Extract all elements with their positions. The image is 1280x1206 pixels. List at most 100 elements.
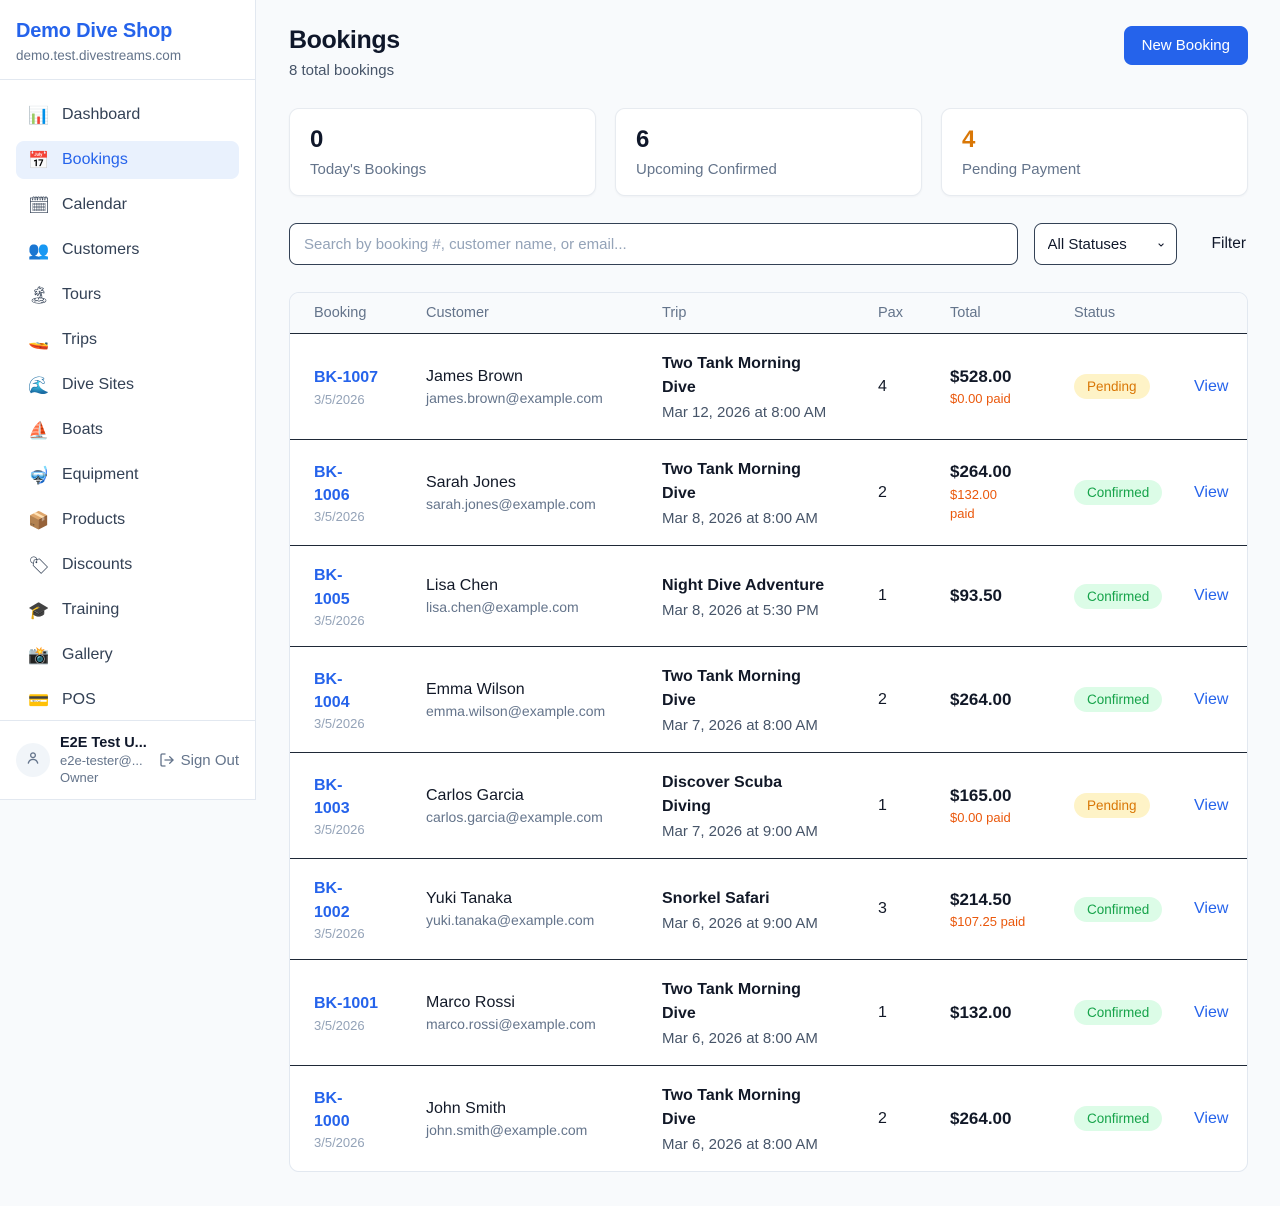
table-row: BK-1007 3/5/2026 James Brown james.brown… — [290, 334, 1247, 440]
booking-id-link[interactable]: BK-1005 — [314, 564, 358, 610]
brand-domain: demo.test.divestreams.com — [16, 48, 239, 63]
speedboat-icon: 🚤 — [28, 332, 50, 349]
sidebar-item-dashboard[interactable]: 📊 Dashboard — [16, 96, 239, 134]
customer-email: marco.rossi@example.com — [426, 1016, 662, 1032]
sidebar-item-discounts[interactable]: 🏷 Discounts — [16, 546, 239, 584]
trip-datetime: Mar 6, 2026 at 8:00 AM — [662, 1136, 878, 1153]
total-cell: $93.50 — [950, 586, 1074, 606]
total-cell: $264.00 $132.00 paid — [950, 462, 1074, 522]
sidebar-item-equipment[interactable]: 🤿 Equipment — [16, 456, 239, 494]
view-link[interactable]: View — [1194, 900, 1228, 918]
stat-value: 0 — [310, 126, 575, 154]
status-cell: Confirmed — [1074, 584, 1194, 609]
total-amount: $93.50 — [950, 586, 1074, 606]
trip-cell: Night Dive Adventure Mar 8, 2026 at 5:30… — [662, 574, 878, 619]
trip-cell: Snorkel Safari Mar 6, 2026 at 9:00 AM — [662, 887, 878, 932]
total-amount: $528.00 — [950, 367, 1074, 387]
booking-id-link[interactable]: BK-1001 — [314, 992, 426, 1015]
booking-cell: BK-1006 3/5/2026 — [314, 461, 426, 524]
customer-name: Yuki Tanaka — [426, 890, 662, 908]
view-link[interactable]: View — [1194, 1004, 1228, 1022]
trip-cell: Discover Scuba Diving Mar 7, 2026 at 9:0… — [662, 771, 878, 840]
sidebar-item-pos[interactable]: 💳 POS — [16, 681, 239, 719]
customer-email: carlos.garcia@example.com — [426, 809, 662, 825]
customer-cell: Carlos Garcia carlos.garcia@example.com — [426, 787, 662, 825]
stat-value: 6 — [636, 126, 901, 154]
search-input[interactable] — [289, 223, 1018, 265]
booking-id-link[interactable]: BK-1006 — [314, 461, 358, 507]
sidebar-item-label: Training — [62, 601, 119, 619]
sidebar-item-dive-sites[interactable]: 🌊 Dive Sites — [16, 366, 239, 404]
user-name: E2E Test U... — [60, 735, 149, 751]
table-row: BK-1006 3/5/2026 Sarah Jones sarah.jones… — [290, 440, 1247, 546]
pax-cell: 1 — [878, 587, 950, 605]
booking-cell: BK-1004 3/5/2026 — [314, 668, 426, 731]
spiral-calendar-icon: 🗓 — [28, 197, 50, 214]
total-amount: $264.00 — [950, 690, 1074, 710]
view-link[interactable]: View — [1194, 1110, 1228, 1128]
table-header-row: BookingCustomerTripPaxTotalStatus — [290, 293, 1247, 334]
island-icon: 🏝 — [28, 287, 50, 304]
sidebar-item-training[interactable]: 🎓 Training — [16, 591, 239, 629]
booking-cell: BK-1002 3/5/2026 — [314, 877, 426, 940]
status-badge: Confirmed — [1074, 1000, 1162, 1025]
filter-button[interactable]: Filter — [1210, 231, 1248, 257]
trip-datetime: Mar 6, 2026 at 8:00 AM — [662, 1030, 878, 1047]
trip-name: Discover Scuba Diving — [662, 771, 826, 819]
sidebar-item-customers[interactable]: 👥 Customers — [16, 231, 239, 269]
view-link[interactable]: View — [1194, 797, 1228, 815]
booking-id-link[interactable]: BK-1000 — [314, 1087, 358, 1133]
person-icon — [24, 749, 42, 772]
sidebar-item-gallery[interactable]: 📸 Gallery — [16, 636, 239, 674]
booking-id-link[interactable]: BK-1002 — [314, 877, 358, 923]
sidebar-item-products[interactable]: 📦 Products — [16, 501, 239, 539]
package-icon: 📦 — [28, 512, 50, 529]
view-link[interactable]: View — [1194, 484, 1228, 502]
view-link[interactable]: View — [1194, 587, 1228, 605]
trip-name: Two Tank Morning Dive — [662, 978, 826, 1026]
booking-id-link[interactable]: BK-1007 — [314, 366, 426, 389]
sign-out-button[interactable]: Sign Out — [159, 752, 239, 769]
booking-date: 3/5/2026 — [314, 392, 426, 407]
sidebar-item-tours[interactable]: 🏝 Tours — [16, 276, 239, 314]
sidebar-item-label: Gallery — [62, 646, 113, 664]
tag-icon: 🏷 — [28, 557, 50, 574]
trip-datetime: Mar 6, 2026 at 9:00 AM — [662, 915, 878, 932]
trip-name: Two Tank Morning Dive — [662, 458, 826, 506]
column-header-total: Total — [950, 305, 1074, 321]
status-badge: Confirmed — [1074, 1106, 1162, 1131]
trip-name: Two Tank Morning Dive — [662, 352, 826, 400]
brand-block: Demo Dive Shop demo.test.divestreams.com — [0, 0, 255, 80]
paid-amount: $132.00 paid — [950, 486, 1014, 522]
stat-card-pending-payment: 4 Pending Payment — [941, 108, 1248, 196]
booking-id-link[interactable]: BK-1003 — [314, 774, 358, 820]
customer-name: John Smith — [426, 1100, 662, 1118]
sidebar-item-label: POS — [62, 691, 96, 709]
sidebar-item-boats[interactable]: ⛵ Boats — [16, 411, 239, 449]
customer-name: Sarah Jones — [426, 474, 662, 492]
view-link[interactable]: View — [1194, 378, 1228, 396]
new-booking-button[interactable]: New Booking — [1124, 26, 1248, 65]
sign-out-label: Sign Out — [181, 752, 239, 769]
status-cell: Confirmed — [1074, 1106, 1194, 1131]
booking-id-link[interactable]: BK-1004 — [314, 668, 358, 714]
status-cell: Confirmed — [1074, 1000, 1194, 1025]
status-select[interactable]: All Statuses — [1034, 223, 1177, 265]
table-row: BK-1005 3/5/2026 Lisa Chen lisa.chen@exa… — [290, 546, 1247, 647]
pax-cell: 1 — [878, 797, 950, 815]
page-title-block: Bookings 8 total bookings — [289, 26, 400, 79]
customer-cell: Marco Rossi marco.rossi@example.com — [426, 994, 662, 1032]
customer-email: yuki.tanaka@example.com — [426, 912, 662, 928]
customer-cell: James Brown james.brown@example.com — [426, 368, 662, 406]
total-cell: $264.00 — [950, 1109, 1074, 1129]
sidebar-item-calendar[interactable]: 🗓 Calendar — [16, 186, 239, 224]
view-link[interactable]: View — [1194, 691, 1228, 709]
customer-cell: John Smith john.smith@example.com — [426, 1100, 662, 1138]
customer-email: sarah.jones@example.com — [426, 496, 662, 512]
column-header-pax: Pax — [878, 305, 950, 321]
status-cell: Confirmed — [1074, 687, 1194, 712]
sidebar-item-bookings[interactable]: 📅 Bookings — [16, 141, 239, 179]
booking-date: 3/5/2026 — [314, 1018, 426, 1033]
stat-label: Pending Payment — [962, 161, 1227, 178]
sidebar-item-trips[interactable]: 🚤 Trips — [16, 321, 239, 359]
